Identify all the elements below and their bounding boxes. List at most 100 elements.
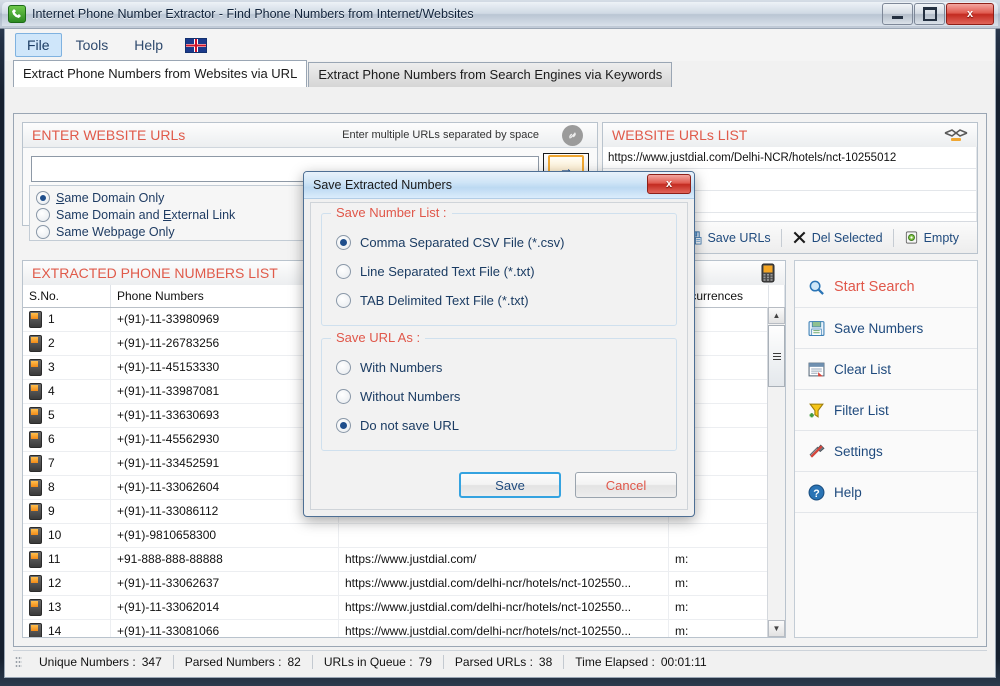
status-label: URLs in Queue : <box>323 655 413 669</box>
option-without-numbers[interactable]: Without Numbers <box>322 382 676 411</box>
radio-same-domain-external[interactable] <box>36 207 50 222</box>
radio-tab-delimited[interactable] <box>336 293 351 308</box>
close-button[interactable]: x <box>946 3 994 25</box>
menu-bar: File Tools Help <box>5 29 995 61</box>
radio-with-numbers[interactable] <box>336 360 351 375</box>
radio-same-domain[interactable] <box>36 190 50 205</box>
status-parsed-urls: Parsed URLs : 38 <box>444 655 563 669</box>
cell-occurrences <box>669 524 769 547</box>
funnel-filter-icon <box>809 403 824 418</box>
application-window: Internet Phone Number Extractor - Find P… <box>0 0 1000 686</box>
tools-icon <box>809 443 825 458</box>
cell-sno: 8 <box>23 476 111 499</box>
mobile-phone-icon <box>29 623 42 637</box>
option-csv[interactable]: Comma Separated CSV File (*.csv) <box>322 228 676 257</box>
chain-link-icon[interactable] <box>562 125 583 146</box>
cell-sno-text: 14 <box>48 624 62 637</box>
status-bar: Unique Numbers : 347 Parsed Numbers : 82… <box>13 650 987 673</box>
tab-extract-via-url[interactable]: Extract Phone Numbers from Websites via … <box>13 60 308 87</box>
table-row[interactable]: 13 +(91)-11-33062014 https://www.justdial.… <box>23 596 785 620</box>
action-sidebar: Start Search Save Numbers Clear List Fil… <box>794 260 978 638</box>
scope-option-label: Same Webpage Only <box>56 224 175 239</box>
radio-without-numbers[interactable] <box>336 389 351 404</box>
scope-option-same-domain[interactable]: Same Domain Only <box>36 189 308 206</box>
cell-sno: 5 <box>23 404 111 427</box>
empty-button[interactable]: Empty <box>894 226 969 250</box>
x-delete-icon <box>793 231 806 244</box>
table-row[interactable]: 14 +(91)-11-33081066 https://www.justdial.… <box>23 620 785 637</box>
clear-list-button[interactable]: Clear List <box>795 349 977 390</box>
help-button[interactable]: ? Help <box>795 472 977 513</box>
dialog-cancel-button[interactable]: Cancel <box>575 472 677 498</box>
status-value: 00:01:11 <box>660 655 707 669</box>
dialog-close-button[interactable]: x <box>647 174 691 194</box>
option-with-numbers[interactable]: With Numbers <box>322 353 676 382</box>
mobile-phone-icon <box>29 335 42 352</box>
cell-url <box>339 524 669 547</box>
option-without-numbers-label: Without Numbers <box>360 389 461 404</box>
scope-option-same-domain-external[interactable]: Same Domain and External Link <box>36 206 308 223</box>
maximize-button[interactable] <box>914 3 945 25</box>
radio-same-webpage[interactable] <box>36 224 50 239</box>
settings-button[interactable]: Settings <box>795 431 977 472</box>
minimize-button[interactable] <box>882 3 913 25</box>
option-tab-delimited[interactable]: TAB Delimited Text File (*.txt) <box>322 286 676 315</box>
mobile-phone-icon <box>29 431 42 448</box>
option-csv-label: Comma Separated CSV File (*.csv) <box>360 235 565 250</box>
table-row[interactable]: 12 +(91)-11-33062637 https://www.justdial.… <box>23 572 785 596</box>
svg-text:?: ? <box>813 487 819 499</box>
radio-do-not-save-url[interactable] <box>336 418 351 433</box>
cell-phone-number: +(91)-9810658300 <box>111 524 339 547</box>
urls-row[interactable]: https://www.justdial.com/Delhi-NCR/hotel… <box>603 147 977 169</box>
del-selected-label: Del Selected <box>811 230 883 245</box>
tab-extract-via-keywords[interactable]: Extract Phone Numbers from Search Engine… <box>308 62 673 87</box>
cell-sno-text: 2 <box>48 336 55 350</box>
menu-tools[interactable]: Tools <box>64 33 121 57</box>
cell-sno: 14 <box>23 620 111 637</box>
scroll-down-arrow-icon[interactable]: ▼ <box>768 620 785 637</box>
cell-phone-number: +91-888-888-88888 <box>111 548 339 571</box>
table-row[interactable]: 10 +(91)-9810658300 <box>23 524 785 548</box>
menu-file[interactable]: File <box>15 33 62 57</box>
status-label: Time Elapsed : <box>575 655 655 669</box>
filter-list-label: Filter List <box>834 402 889 418</box>
filter-list-button[interactable]: Filter List <box>795 390 977 431</box>
help-label: Help <box>834 484 862 500</box>
column-header-extra[interactable] <box>769 285 785 307</box>
cell-sno-text: 7 <box>48 456 55 470</box>
scrollbar-thumb[interactable] <box>768 325 785 387</box>
cell-occurrences: m: <box>669 548 769 571</box>
save-url-as-legend: Save URL As : <box>331 330 426 345</box>
radio-csv[interactable] <box>336 235 351 250</box>
cell-url: https://www.justdial.com/delhi-ncr/hotel… <box>339 572 669 595</box>
cell-sno-text: 9 <box>48 504 55 518</box>
radio-line-separated[interactable] <box>336 264 351 279</box>
dialog-save-button[interactable]: Save <box>459 472 561 498</box>
save-numbers-button[interactable]: Save Numbers <box>795 308 977 349</box>
save-numbers-label: Save Numbers <box>834 320 924 336</box>
cell-sno-text: 6 <box>48 432 55 446</box>
start-search-button[interactable]: Start Search <box>795 267 977 308</box>
scope-option-same-webpage[interactable]: Same Webpage Only <box>36 223 308 240</box>
status-urls-in-queue: URLs in Queue : 79 <box>313 655 443 669</box>
option-do-not-save-url[interactable]: Do not save URL <box>322 411 676 440</box>
cell-sno-text: 10 <box>48 528 62 542</box>
option-line-separated[interactable]: Line Separated Text File (*.txt) <box>322 257 676 286</box>
scope-option-label: Same Domain Only <box>56 190 165 205</box>
cell-sno: 7 <box>23 452 111 475</box>
table-row[interactable]: 11 +91-888-888-88888 https://www.justdial.… <box>23 548 785 572</box>
status-grip-icon <box>15 656 22 668</box>
dialog-body: Save Number List : Comma Separated CSV F… <box>310 202 688 510</box>
menu-help[interactable]: Help <box>122 33 175 57</box>
url-entry-header: ENTER WEBSITE URLs Enter multiple URLs s… <box>23 123 597 148</box>
cell-sno: 10 <box>23 524 111 547</box>
settings-label: Settings <box>834 443 883 459</box>
status-value: 82 <box>287 655 301 669</box>
del-selected-button[interactable]: Del Selected <box>782 226 893 250</box>
cell-sno: 3 <box>23 356 111 379</box>
scroll-up-arrow-icon[interactable]: ▲ <box>768 307 785 324</box>
union-jack-flag-icon[interactable] <box>185 37 208 53</box>
grid-vertical-scrollbar[interactable]: ▲ ▼ <box>767 307 785 637</box>
column-header-sno[interactable]: S.No. <box>23 285 111 307</box>
cell-sno: 2 <box>23 332 111 355</box>
